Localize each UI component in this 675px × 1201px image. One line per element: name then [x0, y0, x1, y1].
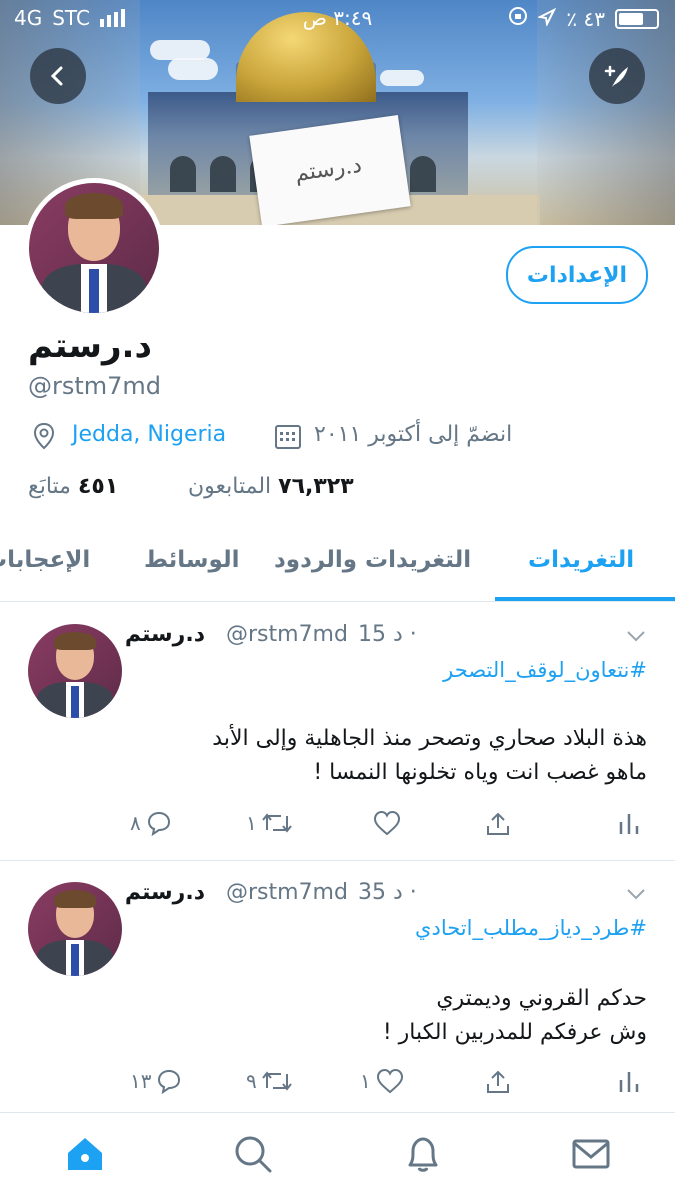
bottom-tab-bar — [0, 1112, 675, 1201]
retweet-button[interactable]: ١ — [246, 810, 293, 836]
following-count: ٤٥١ — [77, 474, 119, 499]
retweet-count: ٩ — [246, 1069, 257, 1093]
like-button[interactable] — [368, 810, 402, 836]
banner-paper-sign: د.رستم — [249, 115, 411, 225]
followers-label: المتابعون — [188, 474, 272, 499]
tweet[interactable]: د.رستم @rstm7md 15 د · #نتعاون_لوقف_التص… — [0, 602, 675, 861]
reply-count: ٨ — [130, 811, 141, 835]
analytics-button[interactable] — [618, 1068, 640, 1094]
location-arrow-icon — [537, 7, 557, 31]
tweet-avatar[interactable] — [28, 624, 122, 718]
tweet-author-name: د.رستم — [124, 622, 205, 647]
tweet-timestamp: 15 د · — [358, 622, 417, 647]
tweet-hashtag[interactable]: #طرد_دياز_مطلب_اتحادي — [415, 916, 647, 940]
analytics-icon — [619, 814, 639, 834]
retweet-icon — [261, 813, 292, 833]
status-battery-group: ٪ ٤٣ — [508, 6, 659, 31]
search-icon — [235, 1136, 272, 1173]
home-icon — [68, 1138, 102, 1170]
following-label: متابَع — [28, 474, 71, 499]
tweet-text-line: ماهو غصب انت وياه تخلونها النمسا ! — [313, 760, 647, 785]
heart-icon — [376, 1068, 403, 1094]
retweet-icon — [261, 1071, 292, 1091]
tweet-timestamp: 35 د · — [358, 880, 417, 905]
location-pin-icon — [32, 422, 56, 456]
tweet-author-handle: @rstm7md — [226, 880, 348, 905]
tab-tweets-replies[interactable]: التغريدات والردود — [274, 547, 471, 573]
profile-tabs: التغريدات التغريدات والردود الوسائط الإع… — [0, 535, 675, 602]
profile-location-link[interactable]: Jedda, Nigeria — [72, 422, 226, 447]
tweet-text-line: هذة البلاد صحاري وتصحر منذ الجاهلية وإلى… — [212, 726, 647, 751]
analytics-button[interactable] — [618, 810, 640, 836]
profile-joined-date: انضمّ إلى أكتوبر ٢٠١١ — [314, 422, 513, 447]
followers-count: ٧٦,٣٢٣ — [278, 474, 354, 499]
envelope-icon — [572, 1139, 610, 1169]
tweet-actions: ٨ ١ — [0, 810, 675, 850]
tweet[interactable]: د.رستم @rstm7md 35 د · #طرد_دياز_مطلب_ات… — [0, 860, 675, 1119]
chevron-left-icon — [50, 66, 63, 86]
retweet-count: ١ — [246, 811, 257, 835]
home-tab[interactable] — [64, 1133, 106, 1179]
heart-icon — [373, 810, 401, 836]
profile-handle: @rstm7md — [28, 372, 162, 400]
settings-button[interactable]: الإعدادات — [506, 246, 648, 304]
messages-tab[interactable] — [570, 1133, 612, 1179]
tab-likes[interactable]: الإعجابات — [0, 547, 90, 573]
reply-icon — [147, 811, 170, 836]
share-icon — [487, 1070, 509, 1093]
tweet-hashtag[interactable]: #نتعاون_لوقف_التصحر — [443, 658, 647, 682]
profile-avatar[interactable] — [24, 178, 164, 318]
calendar-icon — [274, 422, 302, 456]
tweet-author-name: د.رستم — [124, 880, 205, 905]
reply-button[interactable]: ٨ — [130, 810, 173, 836]
rotation-lock-icon — [508, 6, 528, 31]
following-stat[interactable]: ٤٥١ متابَع — [28, 474, 118, 499]
tweet-avatar[interactable] — [28, 882, 122, 976]
search-tab[interactable] — [232, 1133, 274, 1179]
reply-count: ١٣ — [130, 1069, 152, 1093]
like-count: ١ — [360, 1069, 371, 1093]
analytics-icon — [619, 1072, 639, 1092]
share-icon — [487, 812, 509, 835]
tab-media[interactable]: الوسائط — [144, 547, 239, 573]
like-button[interactable]: ١ — [360, 1068, 405, 1094]
profile-display-name: د.رستم — [28, 326, 152, 366]
retweet-button[interactable]: ٩ — [246, 1068, 293, 1094]
chevron-down-icon[interactable] — [626, 626, 646, 647]
notifications-tab[interactable] — [402, 1133, 444, 1179]
banner-paper-text: د.رستم — [293, 152, 364, 187]
back-button[interactable] — [30, 48, 86, 104]
compose-tweet-button[interactable] — [589, 48, 645, 104]
status-bar: 4G STC ٣:٤٩ ص ٪ ٤٣ — [0, 0, 675, 36]
bell-icon — [408, 1137, 438, 1172]
share-button[interactable] — [484, 1068, 512, 1096]
profile-meta: Jedda, Nigeria انضمّ إلى أكتوبر ٢٠١١ — [28, 420, 648, 454]
tweet-author-handle: @rstm7md — [226, 622, 348, 647]
tweet-text-line: وش عرفكم للمدربين الكبار ! — [382, 1020, 647, 1045]
profile-stats: ٤٥١ متابَع ٧٦,٣٢٣ المتابعون — [28, 472, 648, 506]
followers-stat[interactable]: ٧٦,٣٢٣ المتابعون — [188, 474, 354, 499]
reply-icon — [158, 1069, 181, 1094]
share-button[interactable] — [484, 810, 512, 838]
active-tab-indicator — [495, 597, 675, 601]
battery-icon — [615, 8, 659, 29]
tweet-text-line: حدكم القروني وديمتري — [436, 986, 647, 1011]
chevron-down-icon[interactable] — [626, 884, 646, 905]
tab-tweets[interactable]: التغريدات — [528, 547, 634, 573]
battery-percent: ٪ ٤٣ — [566, 6, 605, 31]
compose-icon — [604, 65, 628, 87]
tweet-actions: ١٣ ٩ ١ — [0, 1068, 675, 1108]
reply-button[interactable]: ١٣ — [130, 1068, 183, 1094]
